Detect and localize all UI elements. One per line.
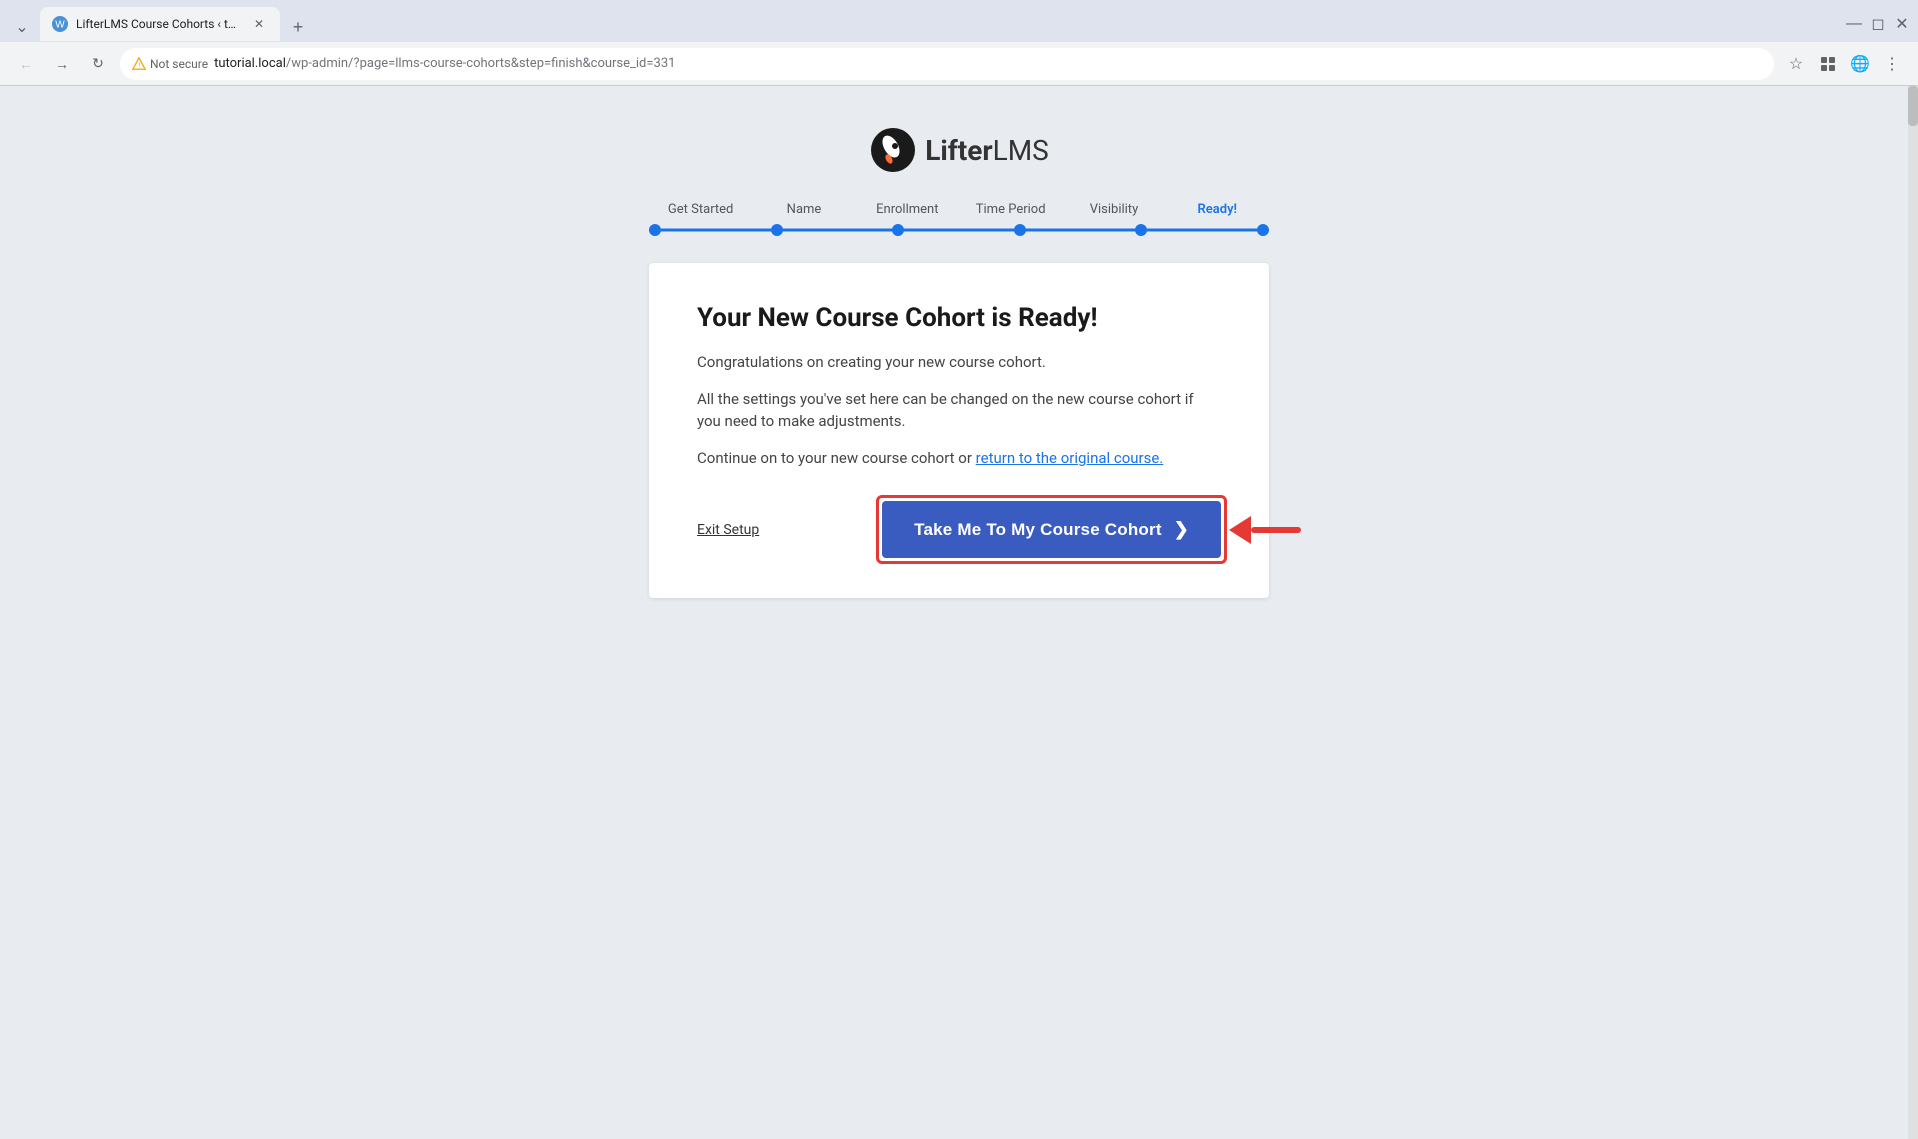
svg-text:W: W: [55, 20, 65, 31]
step-dot-6: [1257, 224, 1269, 236]
return-to-course-link[interactable]: return to the original course.: [976, 449, 1164, 467]
arrow-head: [1229, 516, 1251, 544]
exit-setup-link[interactable]: Exit Setup: [697, 522, 759, 538]
card-paragraph-2: All the settings you've set here can be …: [697, 388, 1221, 433]
lifterlms-logo-icon: [869, 126, 917, 174]
scrollbar-track[interactable]: [1908, 86, 1918, 1139]
tab-favicon: W: [52, 16, 68, 32]
active-tab[interactable]: W LifterLMS Course Cohorts ‹ tuto... ✕: [40, 7, 280, 41]
restore-button[interactable]: ◻: [1870, 16, 1886, 32]
toolbar-right: ☆ 🌐 ⋮: [1782, 50, 1906, 78]
step-label-name: Name: [752, 202, 855, 217]
tab-dropdown-button[interactable]: ⌄: [8, 13, 36, 41]
steps-track: [649, 225, 1269, 235]
tab-title: LifterLMS Course Cohorts ‹ tuto...: [76, 17, 242, 31]
browser-chrome: ⌄ W LifterLMS Course Cohorts ‹ tuto... ✕…: [0, 0, 1918, 86]
steps-wizard: Get Started Name Enrollment Time Period …: [649, 202, 1269, 235]
page-content: LifterLMS Get Started Name Enrollment Ti…: [0, 86, 1918, 1139]
browser-titlebar: ⌄ W LifterLMS Course Cohorts ‹ tuto... ✕…: [0, 0, 1918, 42]
arrow-shaft: [1251, 527, 1301, 533]
reload-button[interactable]: ↻: [84, 50, 112, 78]
profile-button[interactable]: 🌐: [1846, 50, 1874, 78]
back-button[interactable]: ←: [12, 50, 40, 78]
svg-text:!: !: [139, 62, 141, 69]
step-label-ready: Ready!: [1166, 202, 1269, 217]
step-label-get-started: Get Started: [649, 202, 752, 217]
card-actions: Exit Setup Take Me To My Course Cohort ❯: [697, 501, 1221, 558]
logo-text: LifterLMS: [925, 134, 1049, 167]
arrow-indicator: [1229, 516, 1301, 544]
step-dot-1: [649, 224, 661, 236]
cta-wrapper: Take Me To My Course Cohort ❯: [882, 501, 1221, 558]
step-dot-2: [771, 224, 783, 236]
forward-button[interactable]: →: [48, 50, 76, 78]
card-title: Your New Course Cohort is Ready!: [697, 303, 1221, 333]
step-dot-3: [892, 224, 904, 236]
window-controls: — ◻ ✕: [1846, 16, 1910, 32]
logo-area: LifterLMS: [869, 126, 1049, 174]
security-badge: ! Not secure: [132, 57, 208, 71]
menu-button[interactable]: ⋮: [1878, 50, 1906, 78]
url-bar[interactable]: ! Not secure tutorial.local/wp-admin/?pa…: [120, 48, 1774, 80]
step-label-visibility: Visibility: [1062, 202, 1165, 217]
card-paragraph-1: Congratulations on creating your new cou…: [697, 351, 1221, 374]
tab-bar: ⌄ W LifterLMS Course Cohorts ‹ tuto... ✕…: [8, 7, 312, 41]
card-paragraph-3: Continue on to your new course cohort or…: [697, 447, 1221, 470]
step-dot-5: [1135, 224, 1147, 236]
step-dots: [649, 224, 1269, 236]
cta-container: Take Me To My Course Cohort ❯: [882, 501, 1221, 558]
chevron-right-icon: ❯: [1174, 519, 1189, 540]
minimize-button[interactable]: —: [1846, 16, 1862, 32]
step-dot-4: [1014, 224, 1026, 236]
url-text: tutorial.local/wp-admin/?page=llms-cours…: [214, 56, 675, 71]
new-tab-button[interactable]: +: [284, 13, 312, 41]
step-labels: Get Started Name Enrollment Time Period …: [649, 202, 1269, 217]
tab-close-button[interactable]: ✕: [250, 15, 268, 33]
address-bar-row: ← → ↻ ! Not secure tutorial.local/wp-adm…: [0, 42, 1918, 86]
take-me-to-cohort-button[interactable]: Take Me To My Course Cohort ❯: [882, 501, 1221, 558]
puzzle-icon: [1819, 55, 1837, 73]
step-label-enrollment: Enrollment: [856, 202, 959, 217]
bookmark-button[interactable]: ☆: [1782, 50, 1810, 78]
scrollbar-thumb[interactable]: [1908, 86, 1918, 126]
warning-icon: !: [132, 57, 146, 71]
step-label-time-period: Time Period: [959, 202, 1062, 217]
close-button[interactable]: ✕: [1894, 16, 1910, 32]
completion-card: Your New Course Cohort is Ready! Congrat…: [649, 263, 1269, 598]
extensions-button[interactable]: [1814, 50, 1842, 78]
